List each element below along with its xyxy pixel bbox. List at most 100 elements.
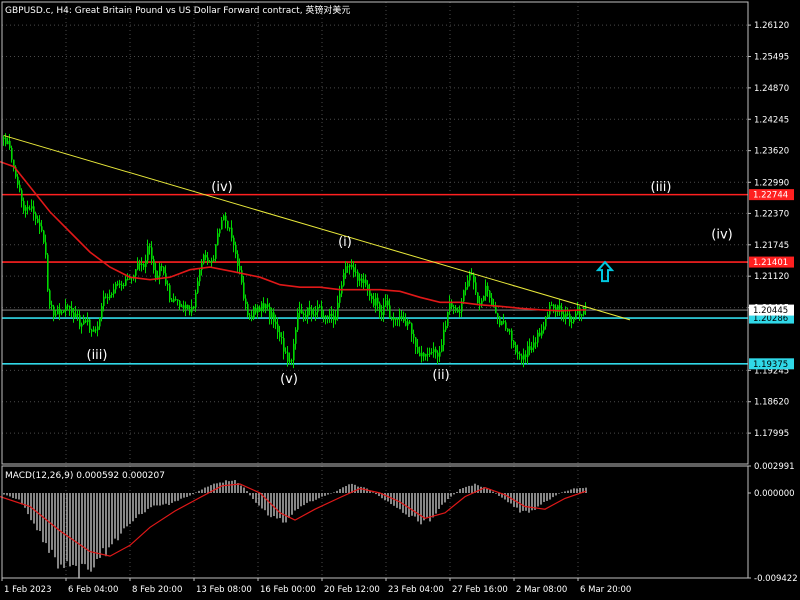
candle-body [501,321,503,326]
candle-body [547,314,549,317]
candle-body [393,317,395,320]
candle-body [149,246,151,248]
candle-body [99,317,101,327]
candle-body [339,293,341,303]
candle-body [37,218,39,223]
candle-body [253,307,255,319]
candle-body [125,278,127,286]
candle-body [527,346,529,358]
candle-body [395,317,397,320]
candle-body [165,273,167,285]
candle-body [513,340,515,346]
candle-body [521,355,523,360]
candle-body [463,290,465,302]
candle-body [195,292,197,308]
candle-body [519,353,521,356]
candle-body [427,353,429,355]
candle-body [49,290,51,305]
candle-body [303,313,305,315]
candle-body [483,296,485,301]
candle-body [219,229,221,234]
candle-body [9,140,11,148]
candle-body [469,273,471,281]
candle-body [453,306,455,308]
candle-body [553,304,555,308]
candle-body [305,314,307,317]
y-tick-label: 1.21120 [754,272,789,282]
candle-body [29,208,31,210]
candle-body [379,303,381,313]
candle-body [457,309,459,313]
candle-body [117,283,119,285]
candle-body [7,140,9,145]
candle-body [173,299,175,302]
candle-body [275,321,277,325]
candle-body [155,270,157,279]
candle-body [311,309,313,315]
candle-body [411,323,413,335]
candle-body [123,285,125,287]
candle-body [389,305,391,318]
candle-body [481,300,483,305]
candle-body [495,306,497,314]
candle-body [141,264,143,266]
macd-y-tick-label: -0.009422 [754,574,798,584]
candle-body [533,342,535,348]
candle-body [443,329,445,346]
x-tick-label: 27 Feb 16:00 [452,585,508,595]
candle-body [221,220,223,230]
candle-body [193,307,195,309]
candle-body [459,311,461,313]
candle-body [285,351,287,353]
candle-body [145,260,147,268]
candle-body [265,304,267,309]
candle-body [73,312,75,317]
candle-body [113,289,115,294]
candle-body [551,304,553,306]
candle-body [51,304,53,307]
candle-body [205,254,207,258]
wave-label: (v) [280,372,298,387]
candle-body [267,304,269,307]
candle-body [575,313,577,320]
candle-body [523,354,525,360]
candle-body [81,324,83,327]
candle-body [19,184,21,191]
candle-body [249,315,251,317]
x-tick-label: 6 Feb 04:00 [68,585,118,595]
candle-body [543,326,545,331]
price-chart[interactable]: 1.26120 1.25495 1.24870 1.24245 1.23620 1.229… [0,0,800,600]
candle-body [245,298,247,305]
candle-body [525,354,527,358]
candle-body [67,305,69,307]
candle-body [421,353,423,357]
candle-body [567,313,569,315]
candle-body [477,292,479,303]
candle-body [283,338,285,352]
candle-body [315,312,317,316]
candle-body [429,352,431,355]
candle-body [21,190,23,201]
candle-body [279,332,281,338]
candle-body [207,257,209,262]
candle-body [55,314,57,316]
candle-body [45,242,47,255]
y-tick-label: 1.22370 [754,209,789,219]
candle-body [115,283,117,290]
candle-body [151,247,153,260]
candle-body [439,351,441,357]
candle-body [187,304,189,310]
candle-body [41,226,43,231]
candle-body [399,316,401,319]
x-tick-label: 6 Mar 20:00 [580,585,631,595]
candle-body [529,346,531,351]
candle-body [91,329,93,332]
candle-body [23,200,25,211]
candle-body [581,314,583,316]
candle-body [437,352,439,357]
candle-body [271,312,273,318]
candle-body [447,312,449,326]
candle-body [431,352,433,354]
candle-body [351,264,353,268]
candle-body [231,227,233,238]
